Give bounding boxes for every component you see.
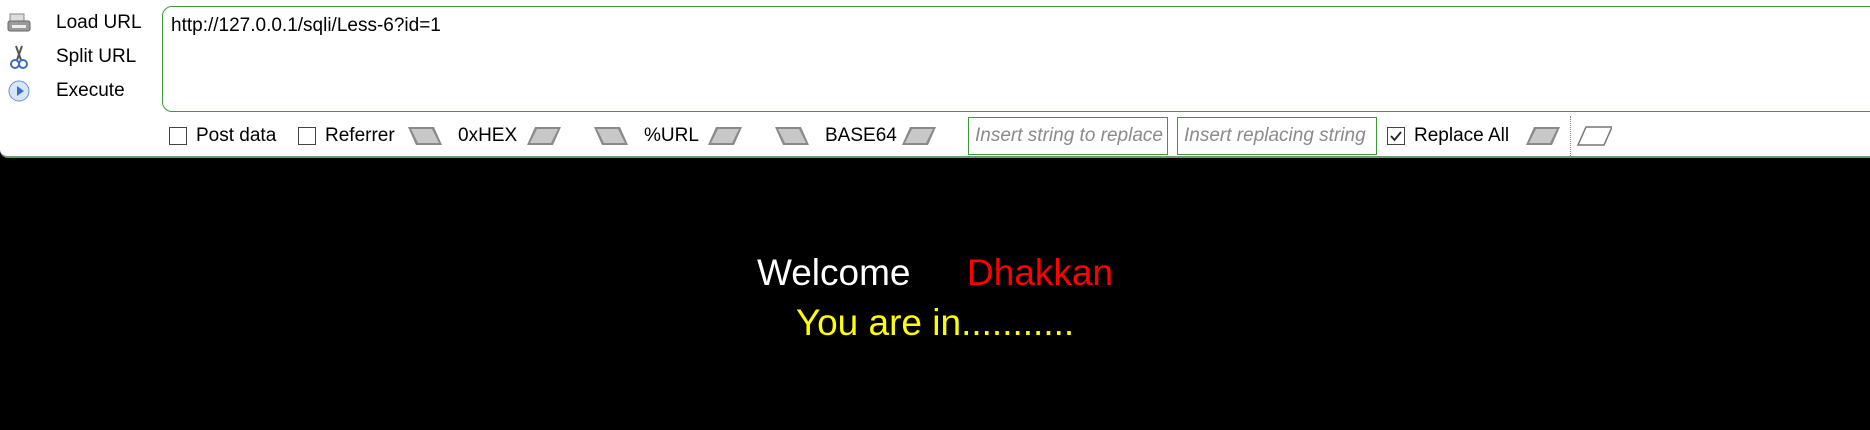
split-url-icon: [6, 44, 32, 70]
hex-encode-right-button[interactable]: [525, 116, 561, 156]
split-url-label: Split URL: [56, 46, 137, 67]
hackbar-panel: Load URL Split URL Execute http://127.0.…: [0, 0, 1870, 158]
arrow-left-icon: [594, 127, 628, 145]
post-data-checkbox[interactable]: Post data: [169, 116, 276, 156]
post-data-check-box[interactable]: [169, 127, 187, 145]
replace-all-check-box[interactable]: [1387, 127, 1405, 145]
arrow-right-icon: [708, 127, 742, 145]
status-text: You are in...........: [795, 302, 1075, 343]
url-input[interactable]: http://127.0.0.1/sqli/Less-6?id=1: [162, 6, 1870, 112]
arrow-right-icon: [902, 127, 936, 145]
toolbar-divider: [1570, 116, 1571, 156]
replace-string-placeholder: Insert string to replace: [975, 125, 1163, 146]
load-url-label: Load URL: [56, 12, 142, 33]
welcome-text: Welcome: [756, 252, 911, 293]
hex-label: 0xHEX: [458, 116, 517, 156]
hackbar-actions: Load URL Split URL Execute: [6, 6, 156, 108]
base64-text: BASE64: [825, 125, 897, 146]
replace-all-label: Replace All: [1414, 125, 1510, 146]
base64-left-button[interactable]: [775, 116, 811, 156]
arrow-left-icon: [775, 127, 809, 145]
referrer-checkbox[interactable]: Referrer: [298, 116, 395, 156]
hex-encode-left-button[interactable]: [408, 116, 444, 156]
post-data-label: Post data: [196, 125, 277, 146]
base64-right-button[interactable]: [900, 116, 936, 156]
user-name-text: Dhakkan: [967, 252, 1114, 293]
checkmark-icon: [1390, 131, 1402, 142]
execute-icon: [6, 78, 32, 104]
page-content: Welcome Dhakkan You are in...........: [0, 160, 1870, 430]
load-url-button[interactable]: Load URL: [6, 6, 156, 40]
referrer-label: Referrer: [325, 125, 395, 146]
url-encode-left-button[interactable]: [594, 116, 630, 156]
replace-string-input[interactable]: Insert string to replace: [968, 117, 1168, 155]
load-url-icon: [6, 10, 32, 36]
replace-alt-button[interactable]: [1576, 116, 1612, 156]
split-url-button[interactable]: Split URL: [6, 40, 156, 74]
referrer-check-box[interactable]: [298, 127, 316, 145]
arrow-right-icon: [527, 127, 561, 145]
welcome-line: Welcome Dhakkan: [0, 252, 1870, 294]
replace-all-checkbox[interactable]: Replace All: [1387, 116, 1509, 156]
base64-label: BASE64: [825, 116, 897, 156]
execute-button[interactable]: Execute: [6, 74, 156, 108]
url-encode-text: %URL: [644, 125, 699, 146]
arrow-right-icon: [1526, 127, 1560, 145]
replacing-string-input[interactable]: Insert replacing string: [1177, 117, 1377, 155]
url-label: %URL: [644, 116, 699, 156]
arrow-right-outline-icon: [1576, 126, 1612, 146]
url-value: http://127.0.0.1/sqli/Less-6?id=1: [171, 15, 441, 36]
url-encode-right-button[interactable]: [706, 116, 742, 156]
execute-label: Execute: [56, 80, 125, 101]
replacing-string-placeholder: Insert replacing string: [1184, 125, 1366, 146]
hackbar-toolbar: Post data Referrer 0xHEX %URL BASE64 Ins…: [168, 116, 1868, 156]
arrow-left-icon: [408, 127, 442, 145]
replace-right-button[interactable]: [1524, 116, 1560, 156]
hex-text: 0xHEX: [458, 125, 518, 146]
